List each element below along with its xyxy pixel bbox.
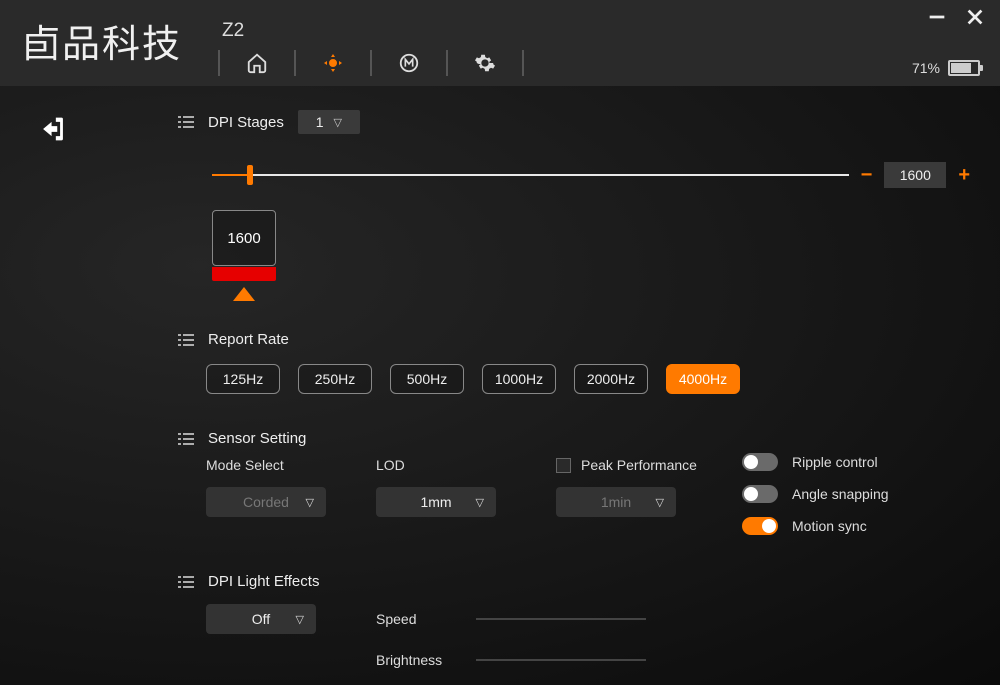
report-rate-header: Report Rate	[178, 331, 970, 348]
battery-status: 71%	[912, 60, 980, 76]
chevron-down-icon: ▽	[656, 496, 664, 509]
close-icon[interactable]	[964, 6, 986, 33]
dpi-decrement[interactable]: −	[861, 165, 873, 185]
lod-dropdown[interactable]: 1mm ▽	[376, 487, 496, 517]
dpi-stages-header: DPI Stages 1 ▽	[178, 110, 970, 134]
report-rate-options: 125Hz 250Hz 500Hz 1000Hz 2000Hz 4000Hz	[206, 364, 970, 394]
dpi-light-header: DPI Light Effects	[178, 573, 970, 590]
dpi-light-label: DPI Light Effects	[208, 573, 319, 590]
ripple-control-toggle[interactable]	[742, 453, 778, 471]
mode-select-dropdown[interactable]: Corded ▽	[206, 487, 326, 517]
rate-option-125hz[interactable]: 125Hz	[206, 364, 280, 394]
angle-snapping-toggle[interactable]	[742, 485, 778, 503]
chevron-down-icon: ▽	[306, 496, 314, 509]
device-title: Z2	[222, 20, 244, 42]
list-icon	[178, 576, 194, 588]
speed-slider[interactable]	[476, 618, 646, 620]
rate-option-500hz[interactable]: 500Hz	[390, 364, 464, 394]
back-button[interactable]	[36, 112, 70, 151]
title-bar: 卣品科技 Z2 71%	[0, 0, 1000, 86]
chevron-down-icon: ▽	[296, 613, 304, 626]
peak-performance-label: Peak Performance	[581, 457, 697, 473]
tab-dpi[interactable]	[296, 48, 370, 78]
rate-option-250hz[interactable]: 250Hz	[298, 364, 372, 394]
speed-label: Speed	[376, 611, 476, 627]
battery-percent: 71%	[912, 60, 940, 76]
mode-select-label: Mode Select	[206, 457, 376, 473]
sensor-setting-header: Sensor Setting	[178, 430, 970, 447]
ripple-control-label: Ripple control	[792, 454, 878, 470]
dpi-stage-select[interactable]: 1 ▽	[298, 110, 360, 134]
motion-sync-toggle[interactable]	[742, 517, 778, 535]
chevron-down-icon: ▽	[476, 496, 484, 509]
sensor-setting-label: Sensor Setting	[208, 430, 306, 447]
chevron-down-icon: ▽	[334, 116, 342, 129]
nav-tabs	[218, 48, 524, 78]
list-icon	[178, 116, 194, 128]
dpi-value-input[interactable]: 1600	[884, 162, 946, 188]
brand-logo: 卣品科技	[22, 13, 182, 68]
dpi-stage-tile[interactable]: 1600	[212, 210, 276, 301]
angle-snapping-label: Angle snapping	[792, 486, 889, 502]
dpi-slider-thumb[interactable]	[247, 165, 253, 185]
brightness-slider[interactable]	[476, 659, 646, 661]
lod-label: LOD	[376, 457, 556, 473]
battery-icon	[948, 60, 980, 76]
tab-macro[interactable]	[372, 48, 446, 78]
tab-settings[interactable]	[448, 48, 522, 78]
brightness-label: Brightness	[376, 652, 476, 668]
selected-arrow-icon	[233, 287, 255, 301]
main-panel: DPI Stages 1 ▽ − 1600 + 1600	[0, 86, 1000, 685]
dpi-slider[interactable]	[212, 174, 849, 176]
dpi-stages-label: DPI Stages	[208, 114, 284, 131]
dpi-tile-color	[212, 267, 276, 281]
peak-performance-dropdown[interactable]: 1min ▽	[556, 487, 676, 517]
list-icon	[178, 433, 194, 445]
tab-home[interactable]	[220, 48, 294, 78]
list-icon	[178, 334, 194, 346]
rate-option-4000hz[interactable]: 4000Hz	[666, 364, 740, 394]
minimize-icon[interactable]	[926, 6, 948, 33]
motion-sync-label: Motion sync	[792, 518, 867, 534]
light-mode-dropdown[interactable]: Off ▽	[206, 604, 316, 634]
dpi-increment[interactable]: +	[958, 165, 970, 185]
rate-option-1000hz[interactable]: 1000Hz	[482, 364, 556, 394]
report-rate-label: Report Rate	[208, 331, 289, 348]
rate-option-2000hz[interactable]: 2000Hz	[574, 364, 648, 394]
peak-performance-checkbox[interactable]	[556, 458, 571, 473]
dpi-tile-value: 1600	[212, 210, 276, 266]
